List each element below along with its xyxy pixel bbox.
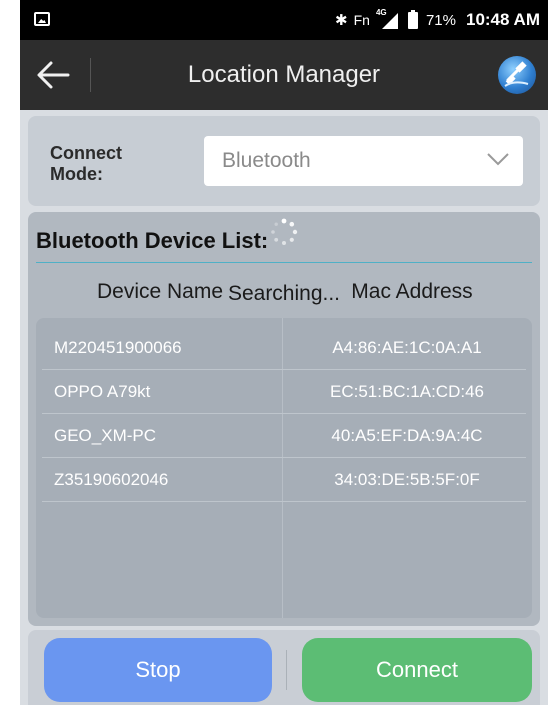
network-label: Fn <box>353 12 370 28</box>
device-name: GEO_XM-PC <box>54 426 157 445</box>
table-row[interactable]: M220451900066 A4:86:AE:1C:0A:A1 <box>42 326 526 370</box>
device-list-panel: Bluetooth Device List: Device Name Mac A… <box>28 212 540 626</box>
table-row[interactable]: GEO_XM-PC 40:A5:EF:DA:9A:4C <box>42 414 526 458</box>
status-bar: ✱ Fn 4G 71% 10:48 AM <box>20 0 548 40</box>
page-title: Location Manager <box>187 61 381 88</box>
action-bar: Stop Connect <box>28 630 540 705</box>
gallery-notification-icon <box>34 12 50 26</box>
chevron-down-icon <box>487 153 509 166</box>
device-table: M220451900066 A4:86:AE:1C:0A:A1 OPPO A79… <box>36 318 532 618</box>
status-time: 10:48 AM <box>465 10 540 29</box>
mac-address: A4:86:AE:1C:0A:A1 <box>332 338 482 357</box>
table-row[interactable]: Z35190602046 34:03:DE:5B:5F:0F <box>42 458 526 502</box>
arrow-left-icon[interactable] <box>36 60 70 90</box>
connect-mode-panel: Connect Mode: Bluetooth <box>28 116 540 206</box>
signal-icon: 4G <box>376 8 398 29</box>
bluetooth-icon: ✱ <box>335 11 348 29</box>
battery-icon <box>407 9 418 29</box>
loading-spinner-icon <box>271 218 298 245</box>
device-list-title: Bluetooth Device List: <box>36 228 269 253</box>
searching-status: Searching... <box>227 282 341 305</box>
button-divider <box>286 650 287 690</box>
mac-address: 34:03:DE:5B:5F:0F <box>334 470 480 489</box>
battery-percent: 71% <box>425 11 456 29</box>
app-screen: ✱ Fn 4G 71% 10:48 AM Location Manager Co… <box>20 0 548 705</box>
connect-mode-label: Connect Mode: <box>50 143 122 184</box>
status-indicators: ✱ Fn 4G 71% 10:48 AM <box>335 0 540 40</box>
connect-mode-select[interactable]: Bluetooth <box>204 136 523 186</box>
connect-button[interactable]: Connect <box>302 638 532 702</box>
device-name: Z35190602046 <box>54 470 169 489</box>
connect-mode-value: Bluetooth <box>222 149 311 172</box>
app-bar: Location Manager <box>20 40 548 110</box>
table-row[interactable]: OPPO A79kt EC:51:BC:1A:CD:46 <box>42 370 526 414</box>
satellite-globe-icon[interactable] <box>498 56 536 94</box>
mac-address: 40:A5:EF:DA:9A:4C <box>331 426 483 445</box>
device-name: M220451900066 <box>54 338 182 357</box>
title-divider <box>36 262 532 263</box>
app-bar-divider <box>90 58 91 92</box>
stop-button[interactable]: Stop <box>44 638 272 702</box>
signal-strength-icon <box>381 13 398 29</box>
device-name: OPPO A79kt <box>54 382 151 401</box>
mac-address: EC:51:BC:1A:CD:46 <box>329 382 484 401</box>
